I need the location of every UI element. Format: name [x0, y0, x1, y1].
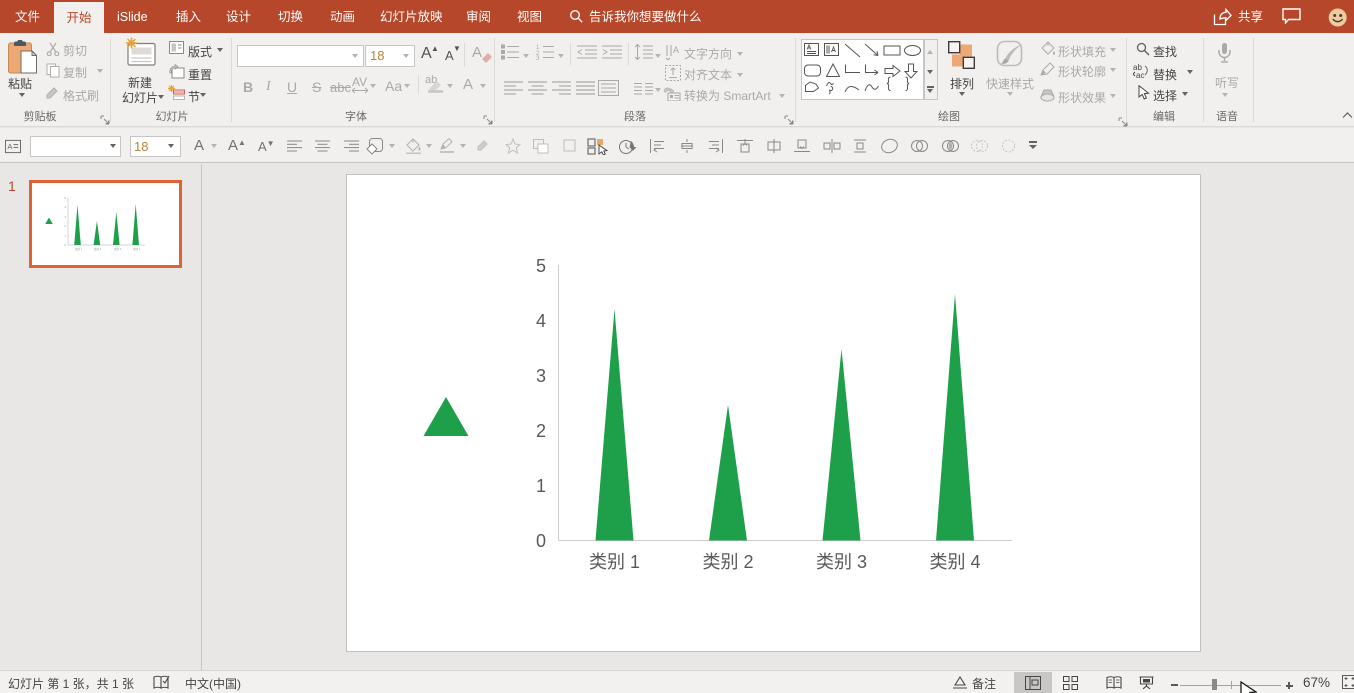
- svg-text:3: 3: [536, 56, 540, 60]
- svg-text:A: A: [673, 45, 679, 55]
- svg-text:ac: ac: [1136, 71, 1144, 78]
- svg-text:A: A: [7, 142, 12, 151]
